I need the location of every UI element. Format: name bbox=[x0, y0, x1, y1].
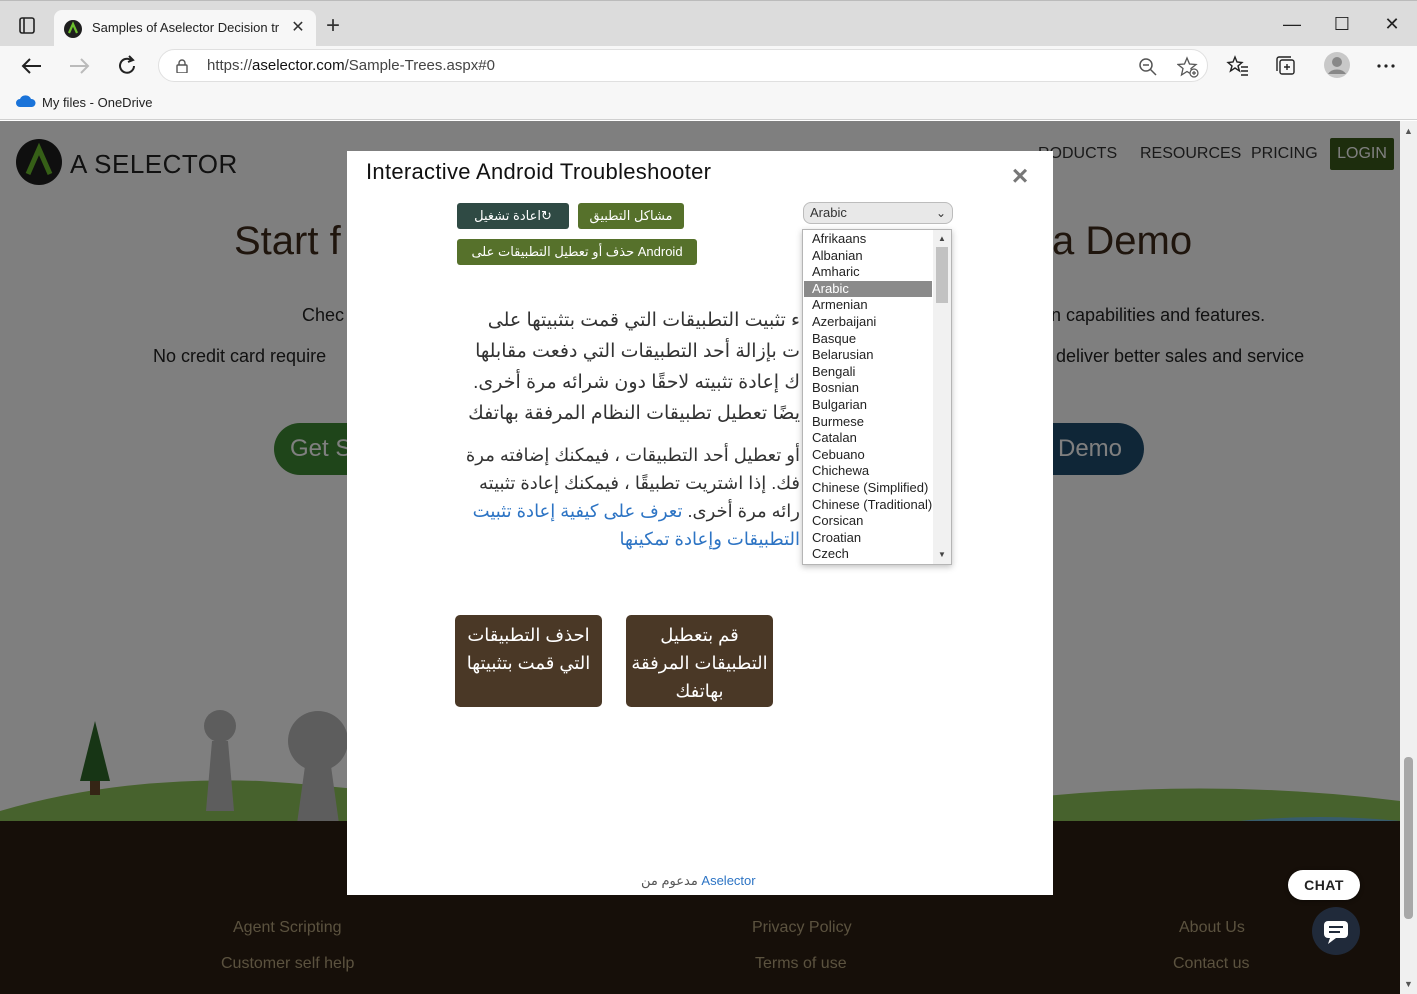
powered-by: مدعوم من Aselector bbox=[641, 873, 756, 889]
tab-close-icon[interactable]: ✕ bbox=[288, 18, 308, 38]
page-content: A SELECTOR RODUCTS RESOURCES PRICING LOG… bbox=[0, 121, 1400, 994]
favorite-onedrive[interactable]: My files - OneDrive bbox=[16, 94, 153, 112]
intro-paragraph: ء تثبيت التطبيقات التي قمت بتثبيتها على … bbox=[450, 305, 800, 429]
url-text: https://aselector.com/Sample-Trees.aspx#… bbox=[207, 57, 495, 74]
page-scroll-up-icon[interactable]: ▲ bbox=[1400, 123, 1417, 139]
forward-icon[interactable] bbox=[64, 51, 94, 81]
chevron-down-icon: ⌄ bbox=[935, 206, 946, 220]
maximize-button[interactable]: ☐ bbox=[1322, 9, 1362, 39]
language-option[interactable]: Arabic bbox=[804, 280, 932, 298]
back-icon[interactable] bbox=[17, 51, 47, 81]
favorites-bar: My files - OneDrive bbox=[0, 86, 1417, 120]
chat-bubble-icon[interactable] bbox=[1312, 907, 1360, 955]
breadcrumb-app-problems[interactable]: مشاكل التطبيق bbox=[578, 203, 684, 229]
tab-strip: Samples of Aselector Decision tr ✕ + — ☐… bbox=[0, 0, 1417, 47]
dropdown-scroll-thumb[interactable] bbox=[936, 247, 948, 303]
refresh-icon[interactable] bbox=[112, 51, 142, 81]
breadcrumb-delete-disable-apps[interactable]: حذف أو تعطيل التطبيقات على Android bbox=[457, 239, 697, 265]
detail-line: التطبيقات وإعادة تمكينها bbox=[457, 525, 800, 553]
intro-line: ت بإزالة أحد التطبيقات التي دفعت مقابلها bbox=[475, 341, 800, 362]
chat-label-button[interactable]: CHAT bbox=[1288, 870, 1360, 900]
zoom-out-icon[interactable] bbox=[1137, 56, 1159, 78]
close-window-button[interactable]: ✕ bbox=[1372, 9, 1412, 39]
more-options-icon[interactable] bbox=[1374, 54, 1398, 78]
detail-line: فك. إذا اشتريت تطبيقًا ، فيمكنك إعادة تث… bbox=[478, 473, 800, 493]
language-option[interactable]: Chinese (Simplified) bbox=[804, 480, 932, 497]
disable-system-apps-button[interactable]: قم بتعطيل التطبيقات المرفقة بهاتفك bbox=[626, 615, 773, 707]
delete-installed-apps-button[interactable]: احذف التطبيقات التي قمت بتثبيتها bbox=[455, 615, 602, 707]
language-option[interactable]: Amharic bbox=[804, 264, 932, 281]
tab-actions-icon[interactable] bbox=[14, 15, 40, 37]
address-bar[interactable]: https://aselector.com/Sample-Trees.aspx#… bbox=[158, 49, 1208, 82]
language-dropdown-list[interactable]: Afrikaans Albanian Amharic Arabic Armenian Az… bbox=[802, 229, 952, 565]
language-option[interactable]: Croatian bbox=[804, 530, 932, 547]
lock-icon[interactable] bbox=[175, 59, 189, 74]
language-option[interactable]: Basque bbox=[804, 331, 932, 348]
language-option[interactable]: Catalan bbox=[804, 430, 932, 447]
new-tab-button[interactable]: + bbox=[320, 14, 346, 40]
language-select-value: Arabic bbox=[810, 205, 847, 220]
learn-reinstall-link-cont[interactable]: التطبيقات وإعادة تمكينها bbox=[620, 529, 800, 549]
add-favorite-icon[interactable] bbox=[1176, 56, 1199, 78]
language-option[interactable]: Chichewa bbox=[804, 463, 932, 480]
language-option[interactable]: Belarusian bbox=[804, 347, 932, 364]
detail-text: رائه مرة أخرى. bbox=[682, 501, 800, 521]
intro-line: ء تثبيت التطبيقات التي قمت بتثبيتها على bbox=[487, 310, 800, 331]
intro-line: ك إعادة تثبيته لاحقًا دون شرائه مرة أخرى… bbox=[473, 372, 800, 393]
language-option[interactable]: Czech bbox=[804, 546, 932, 563]
scroll-up-icon[interactable]: ▲ bbox=[933, 232, 951, 246]
onedrive-cloud-icon bbox=[16, 95, 36, 107]
detail-line: رائه مرة أخرى. تعرف على كيفية إعادة تثبي… bbox=[457, 497, 800, 525]
language-option[interactable]: Burmese bbox=[804, 414, 932, 431]
detail-paragraph: أو تعطيل أحد التطبيقات ، فيمكنك إضافته م… bbox=[457, 441, 800, 553]
language-option[interactable]: Bengali bbox=[804, 364, 932, 381]
language-option[interactable]: Chinese (Traditional) bbox=[804, 497, 932, 514]
browser-toolbar: https://aselector.com/Sample-Trees.aspx#… bbox=[0, 46, 1417, 86]
language-option[interactable]: Armenian bbox=[804, 297, 932, 314]
aselector-favicon-icon bbox=[64, 20, 82, 38]
language-option[interactable]: Bosnian bbox=[804, 380, 932, 397]
language-option[interactable]: Corsican bbox=[804, 513, 932, 530]
detail-line: أو تعطيل أحد التطبيقات ، فيمكنك إضافته م… bbox=[465, 445, 800, 465]
language-option[interactable]: Cebuano bbox=[804, 447, 932, 464]
modal-title: Interactive Android Troubleshooter bbox=[366, 159, 712, 184]
profile-avatar-icon[interactable] bbox=[1323, 51, 1351, 79]
language-option[interactable]: Albanian bbox=[804, 248, 932, 265]
language-option[interactable]: Afrikaans bbox=[804, 231, 932, 248]
intro-line: يضًا تعطيل تطبيقات النظام المرفقة بهاتفك bbox=[468, 403, 800, 424]
collections-icon[interactable] bbox=[1274, 54, 1298, 78]
language-select[interactable]: Arabic ⌄ bbox=[803, 202, 953, 224]
page-scrollbar[interactable]: ▲ ▼ bbox=[1400, 121, 1417, 994]
close-icon[interactable]: × bbox=[1007, 162, 1033, 190]
page-scroll-down-icon[interactable]: ▼ bbox=[1400, 976, 1417, 992]
aselector-link[interactable]: Aselector bbox=[701, 873, 755, 888]
powered-by-text: مدعوم من bbox=[641, 873, 698, 888]
favorite-label: My files - OneDrive bbox=[42, 95, 153, 110]
favorites-icon[interactable] bbox=[1226, 54, 1250, 78]
learn-reinstall-link[interactable]: تعرف على كيفية إعادة تثبيت bbox=[473, 501, 683, 521]
language-option[interactable]: Azerbaijani bbox=[804, 314, 932, 331]
browser-tab-active[interactable]: Samples of Aselector Decision tr ✕ bbox=[54, 10, 316, 47]
language-options: Afrikaans Albanian Amharic Arabic Armenian Az… bbox=[803, 230, 951, 563]
troubleshooter-modal: Interactive Android Troubleshooter × اعا… bbox=[347, 151, 1053, 895]
page-scroll-thumb[interactable] bbox=[1404, 757, 1413, 919]
language-option[interactable]: Bulgarian bbox=[804, 397, 932, 414]
tab-title: Samples of Aselector Decision tr bbox=[92, 20, 280, 35]
scroll-down-icon[interactable]: ▼ bbox=[933, 548, 951, 562]
minimize-button[interactable]: — bbox=[1272, 9, 1312, 39]
restart-button[interactable]: اعادة تشغيل↻ bbox=[457, 203, 569, 229]
dropdown-scrollbar[interactable]: ▲ ▼ bbox=[933, 230, 951, 564]
